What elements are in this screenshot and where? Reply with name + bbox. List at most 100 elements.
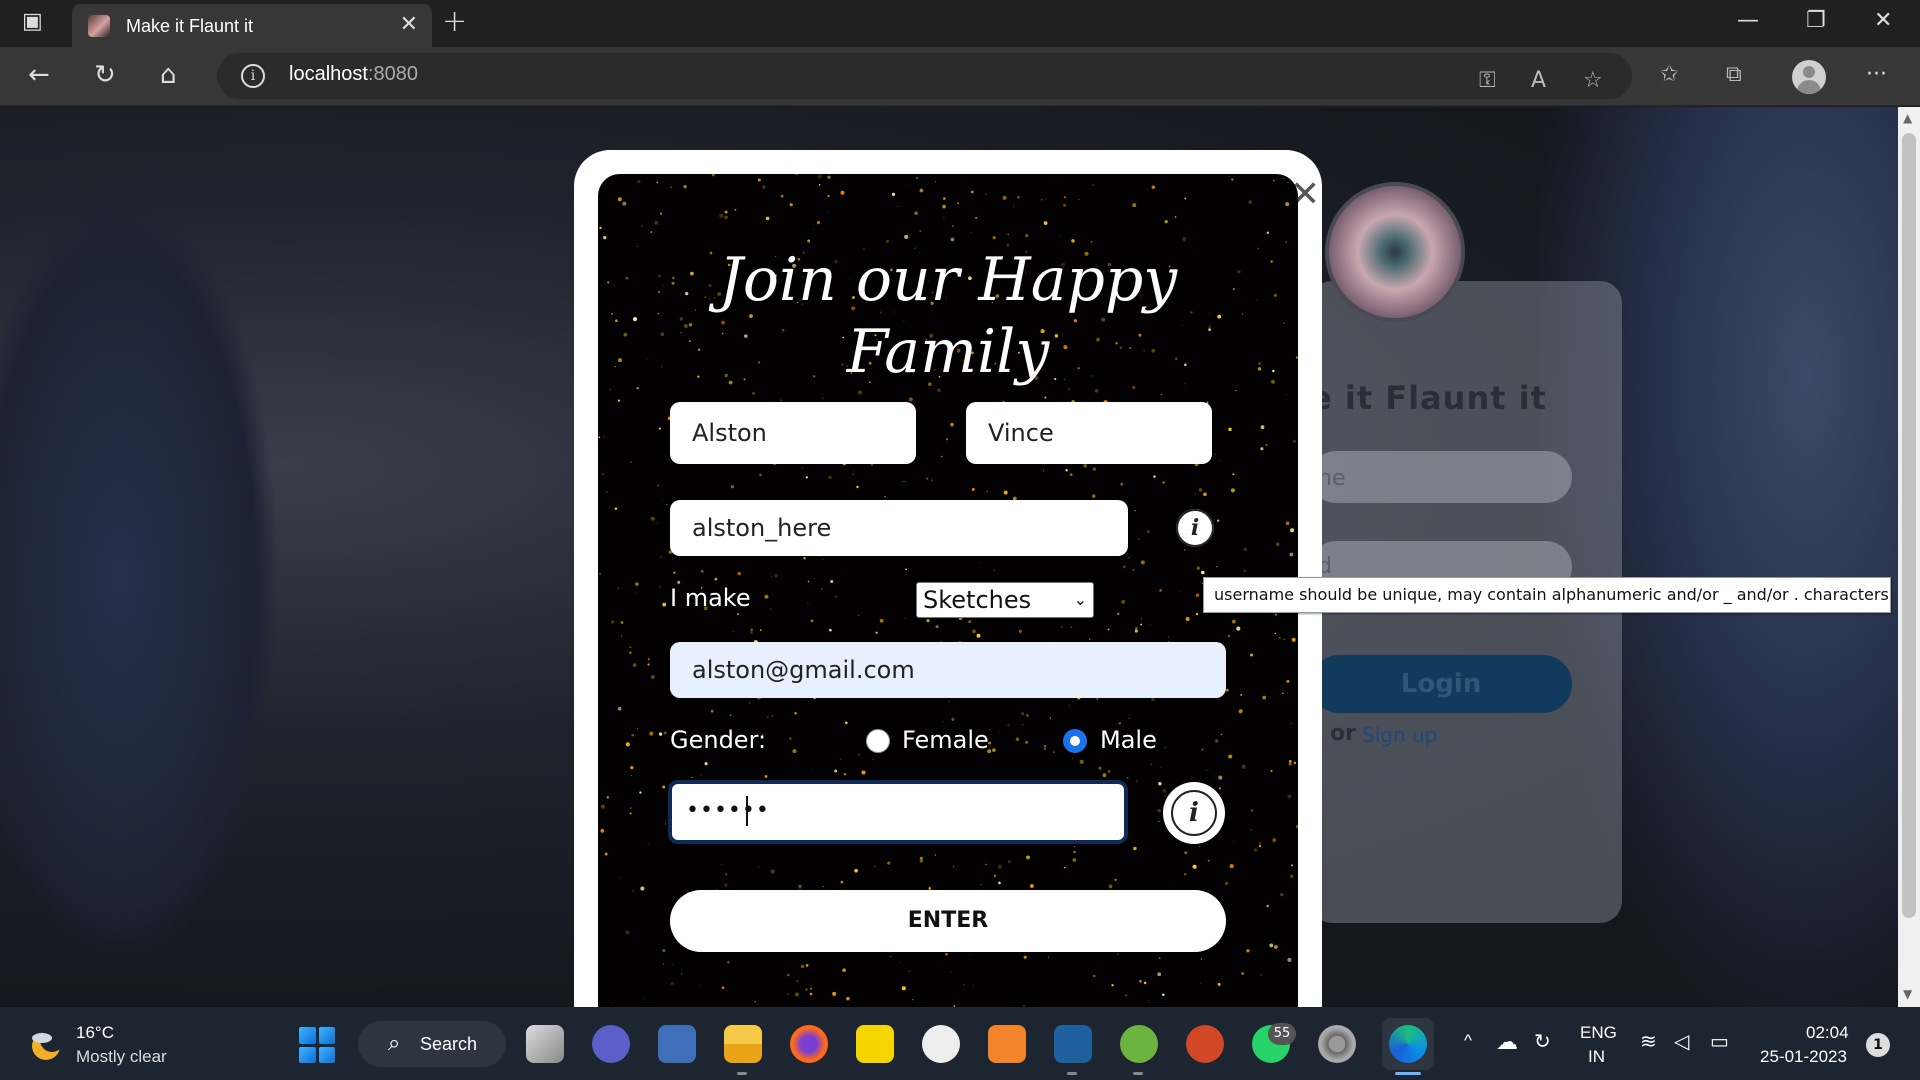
active-app-indicator [1067,1072,1077,1075]
info-glyph: i [1171,790,1217,836]
username-tooltip: username should be unique, may contain a… [1203,577,1891,613]
make-label: I make [670,584,751,612]
password-key-icon[interactable]: ⚿ [1479,68,1496,93]
browser-toolbar: ← ↻ ⌂ i localhost:8080 ⚿ A ☆ ✩ ⧉ ··· [0,47,1920,106]
login-button[interactable]: Login [1310,655,1572,713]
password-input[interactable]: •••••• [668,780,1128,844]
tab-title: Make it Flaunt it [126,16,254,36]
scroll-down-icon[interactable]: ▼ [1903,987,1912,1001]
first-name-input[interactable]: Alston [670,402,916,464]
browser-tab[interactable]: Make it Flaunt it ✕ [72,4,432,47]
language-line2[interactable]: IN [1588,1047,1605,1067]
modal-title-line1: Join our Happy [718,245,1178,315]
back-icon[interactable]: ← [28,61,50,89]
modal-title: Join our Happy Family [638,244,1258,388]
gender-label: Gender: [670,726,767,754]
active-app-indicator [1395,1072,1421,1075]
gender-male-radio[interactable] [1063,729,1087,753]
username-info-icon[interactable]: i [1176,509,1214,547]
whatsapp-badge: 55 [1268,1023,1296,1045]
sync-icon[interactable]: ↻ [1534,1029,1551,1054]
favorites-icon[interactable]: ✩ [1660,62,1678,87]
weather-desc[interactable]: Mostly clear [76,1047,167,1067]
profile-avatar[interactable] [1792,60,1826,94]
new-tab-button[interactable]: + [442,4,467,39]
clock-time[interactable]: 02:04 [1806,1023,1849,1043]
restore-button[interactable]: ❐ [1806,8,1826,33]
password-masked-value: •••••• [686,798,770,823]
battery-icon[interactable]: ▭ [1710,1029,1729,1054]
make-select-value: Sketches [923,586,1032,614]
weather-moon-icon[interactable] [28,1028,64,1064]
task-view-icon[interactable] [526,1025,564,1063]
settings-gear-icon[interactable] [1318,1025,1356,1063]
windows-taskbar: 16°C Mostly clear ⌕ Search 55 ^ ☁ ↻ ENG … [0,1007,1920,1080]
home-icon[interactable]: ⌂ [160,61,177,89]
make-select[interactable]: Sketches ⌄ [916,582,1094,618]
text-caret [746,796,748,826]
active-app-indicator [737,1072,747,1075]
read-aloud-icon[interactable]: A [1531,68,1546,93]
last-name-input[interactable]: Vince [966,402,1212,464]
scrollbar-thumb[interactable] [1902,133,1916,918]
chat-icon[interactable] [592,1025,630,1063]
weather-temp[interactable]: 16°C [76,1023,114,1043]
file-explorer-icon[interactable] [724,1025,762,1063]
show-hidden-icons[interactable]: ^ [1464,1031,1472,1051]
firefox-icon[interactable] [790,1025,828,1063]
email-input[interactable]: alston@gmail.com [670,642,1226,698]
username-input[interactable]: alston_here [670,500,1128,556]
chevron-down-icon: ⌄ [1073,590,1087,609]
info-glyph: i [1176,509,1214,547]
tab-close-icon[interactable]: ✕ [400,12,418,37]
eclipse-icon[interactable] [922,1025,960,1063]
login-card-title: e it Flaunt it [1310,379,1547,417]
page-scrollbar[interactable]: ▲ ▼ [1898,107,1920,1007]
taskbar-search-label: Search [420,1034,478,1054]
close-window-button[interactable]: ✕ [1874,8,1892,33]
address-url[interactable]: localhost:8080 [289,63,418,86]
xampp-icon[interactable] [988,1025,1026,1063]
language-line1[interactable]: ENG [1580,1023,1617,1043]
windows-start-icon[interactable] [299,1027,335,1063]
powerpoint-icon[interactable] [1186,1025,1224,1063]
modal-title-line2: Family [846,317,1050,387]
browser-tab-bar: ▣ Make it Flaunt it ✕ + — ❐ ✕ [0,0,1920,47]
signup-form: Join our Happy Family Alston Vince alsto… [598,174,1298,1008]
enter-button[interactable]: ENTER [670,890,1226,952]
gender-male-label[interactable]: Male [1100,726,1157,754]
sticky-notes-icon[interactable] [856,1025,894,1063]
site-favicon-icon [88,15,110,37]
spring-tool-icon[interactable] [1120,1025,1158,1063]
or-text: or [1330,721,1356,746]
login-username-placeholder: ne [1318,466,1346,491]
gender-female-label[interactable]: Female [902,726,989,754]
scroll-up-icon[interactable]: ▲ [1903,111,1912,125]
add-favorite-icon[interactable]: ☆ [1583,68,1603,93]
collections-icon[interactable]: ⧉ [1726,62,1742,87]
signup-link[interactable]: Sign up [1362,723,1437,747]
edge-icon [1389,1025,1427,1063]
eye-logo-image [1325,182,1465,322]
onedrive-icon[interactable]: ☁ [1496,1029,1518,1055]
site-info-icon[interactable]: i [241,64,265,88]
taskbar-search[interactable]: ⌕ Search [358,1021,506,1067]
login-username-field[interactable] [1310,451,1572,503]
notification-count[interactable]: 1 [1866,1033,1890,1057]
minimize-button[interactable]: — [1737,8,1759,33]
address-bar[interactable]: i localhost:8080 ⚿ A ☆ [217,53,1632,99]
search-icon: ⌕ [388,1031,401,1056]
edge-app-tile[interactable] [1382,1018,1434,1070]
gender-female-radio[interactable] [866,729,890,753]
tab-actions-icon[interactable]: ▣ [22,8,43,36]
active-app-indicator [1133,1072,1143,1075]
volume-icon[interactable]: ◁ [1674,1029,1689,1054]
wifi-icon[interactable]: ≋ [1640,1029,1657,1054]
clock-date[interactable]: 25-01-2023 [1760,1047,1847,1067]
password-info-icon[interactable]: i [1163,782,1225,844]
mysql-workbench-icon[interactable] [1054,1025,1092,1063]
calculator-icon[interactable] [658,1025,696,1063]
background-decoration [0,187,280,967]
refresh-icon[interactable]: ↻ [94,61,116,89]
more-menu-icon[interactable]: ··· [1866,62,1887,87]
